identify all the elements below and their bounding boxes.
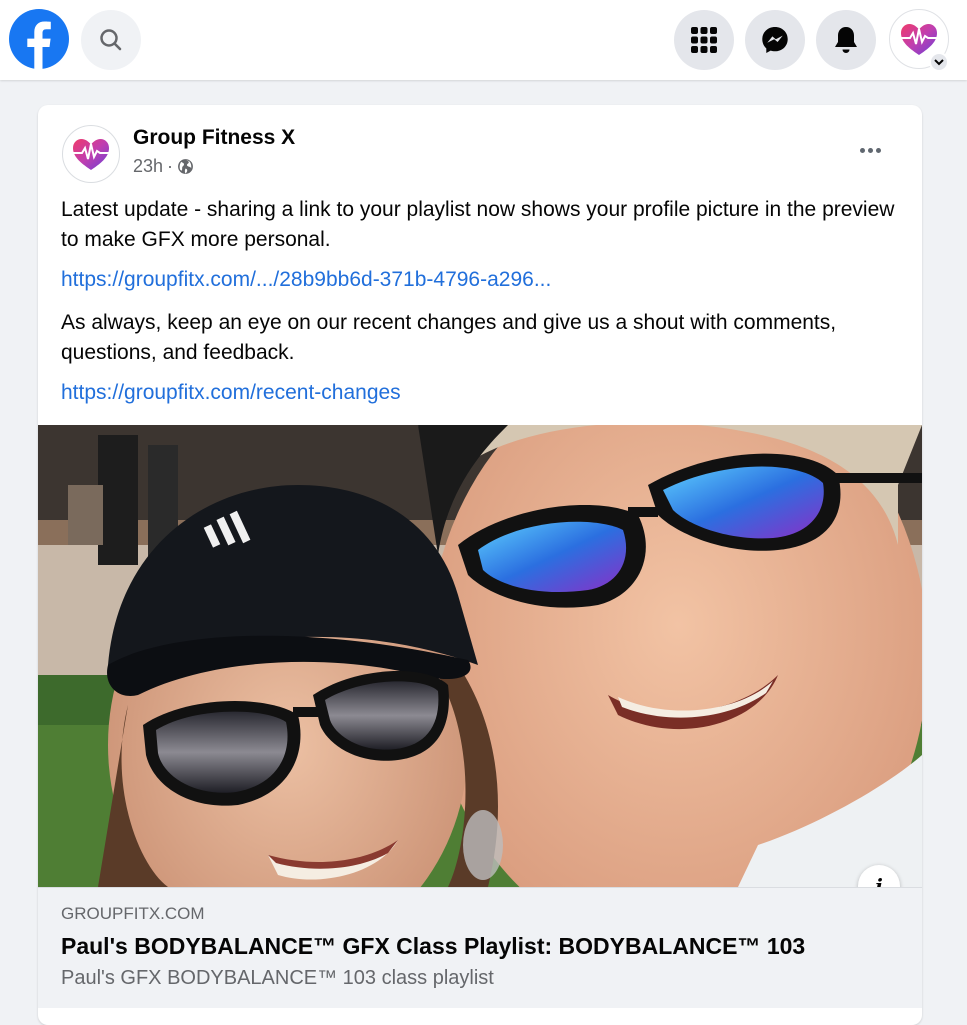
post-more-options-button[interactable] xyxy=(850,135,890,165)
post-link-2-container: https://groupfitx.com/recent-changes xyxy=(61,378,901,408)
more-options-dot xyxy=(867,147,873,153)
link-preview-meta[interactable]: GROUPFITX.COM Paul's BODYBALANCE™ GFX Cl… xyxy=(38,887,922,1008)
more-options-dot xyxy=(875,147,881,153)
post-card: Group Fitness X 23h · Latest update - sh… xyxy=(38,105,922,1025)
messenger-button[interactable] xyxy=(745,10,805,70)
bell-icon xyxy=(835,27,857,53)
page-name[interactable]: Group Fitness X xyxy=(133,126,295,150)
notifications-button[interactable] xyxy=(816,10,876,70)
chevron-down-icon xyxy=(934,59,944,66)
globe-icon[interactable] xyxy=(177,158,194,175)
search-icon xyxy=(100,29,122,51)
link-preview-description: Paul's GFX BODYBALANCE™ 103 class playli… xyxy=(61,967,494,989)
facebook-logo-icon[interactable] xyxy=(9,9,69,69)
meta-separator: · xyxy=(167,156,174,176)
post-meta: 23h · xyxy=(133,156,194,177)
post-time[interactable]: 23h xyxy=(133,156,163,177)
selfie-photo xyxy=(38,425,922,887)
post-paragraph-2: As always, keep an eye on our recent cha… xyxy=(61,311,837,364)
messenger-icon xyxy=(762,27,788,53)
link-preview-domain: GROUPFITX.COM xyxy=(61,904,205,923)
menu-button[interactable] xyxy=(674,10,734,70)
more-options-icon xyxy=(859,147,865,153)
link-preview-title[interactable]: Paul's BODYBALANCE™ GFX Class Playlist: … xyxy=(61,933,805,960)
recent-changes-link[interactable]: https://groupfitx.com/recent-changes xyxy=(61,381,401,404)
post-link-1-container: https://groupfitx.com/.../28b9bb6d-371b-… xyxy=(61,265,901,295)
account-menu-caret[interactable] xyxy=(929,52,949,72)
top-navigation-bar xyxy=(0,0,967,80)
page-avatar[interactable] xyxy=(62,125,120,183)
playlist-link[interactable]: https://groupfitx.com/.../28b9bb6d-371b-… xyxy=(61,268,551,291)
grid-menu-icon xyxy=(691,27,717,53)
post-paragraph-1: Latest update - sharing a link to your p… xyxy=(61,198,895,251)
link-preview-image[interactable] xyxy=(38,425,922,887)
search-button[interactable] xyxy=(81,10,141,70)
group-fitness-x-logo-icon xyxy=(72,139,110,170)
